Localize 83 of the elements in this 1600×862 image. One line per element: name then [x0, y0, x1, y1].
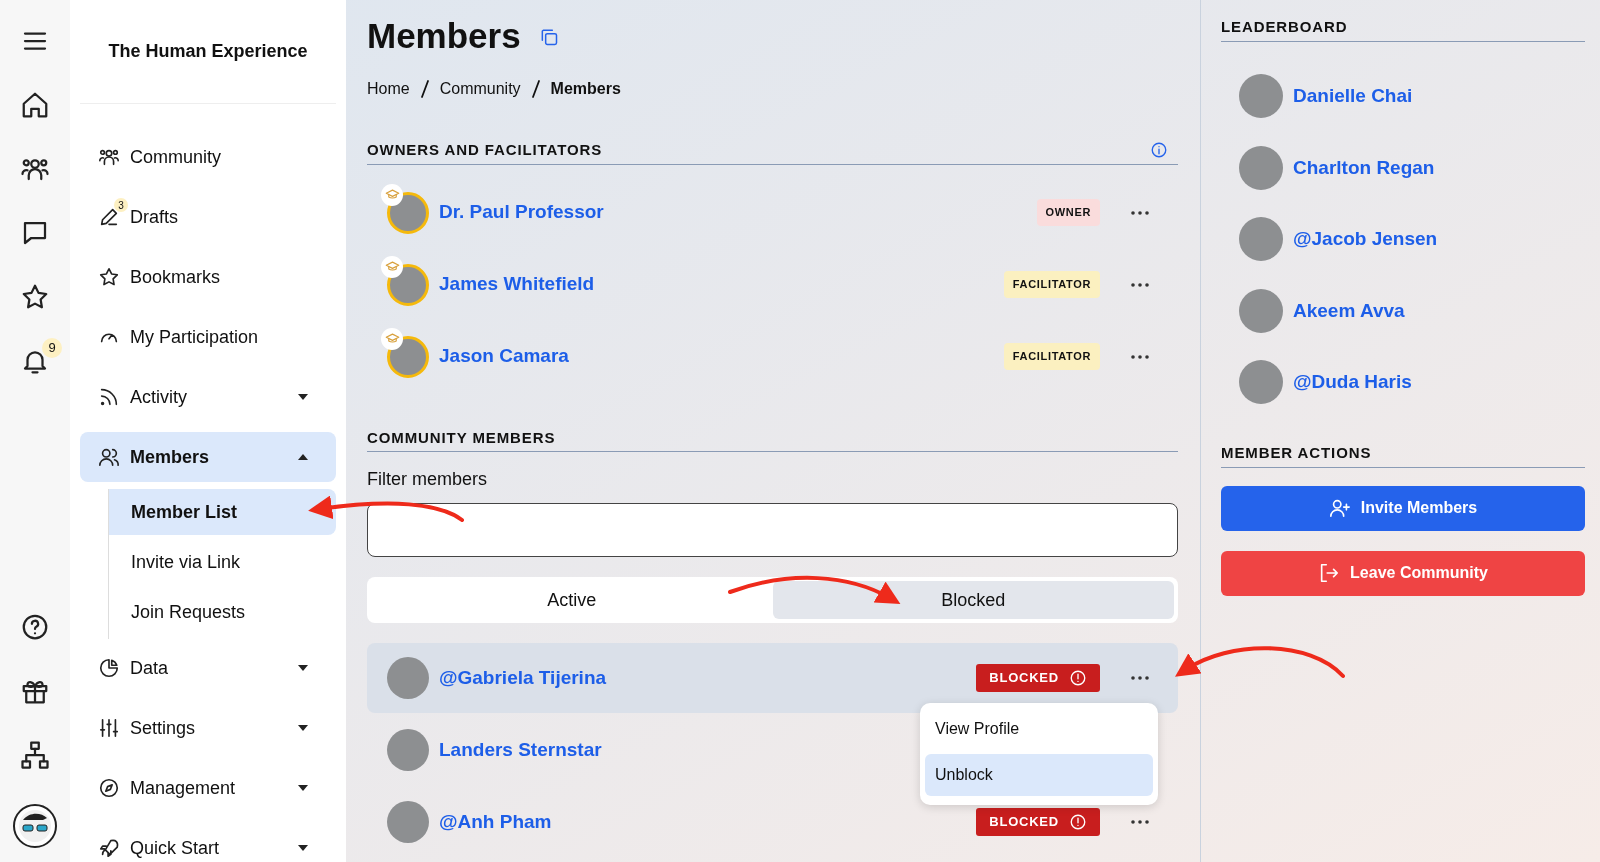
sidebar-subitem[interactable]: Invite via Link — [109, 539, 336, 585]
member-row[interactable]: @Gabriela Tijerina BLOCKED — [367, 643, 1178, 713]
member-name-link[interactable]: Danielle Chai — [1293, 82, 1413, 111]
photo-placeholder — [1239, 74, 1283, 119]
role-badge: FACILITATOR — [1003, 343, 1100, 370]
feed-icon — [98, 386, 120, 408]
more-icon — [1131, 354, 1149, 359]
graduation-cap-icon — [384, 187, 400, 202]
member-name-link[interactable]: Landers Sternstar — [439, 735, 602, 765]
sidebar-item[interactable]: 3 Drafts — [80, 192, 336, 242]
breadcrumb-link[interactable]: Home — [367, 77, 410, 101]
menu-item[interactable]: Unblock — [925, 754, 1153, 796]
page-title: Members — [367, 14, 521, 57]
member-name-link[interactable]: Jason Camara — [439, 342, 569, 371]
alert-icon — [1069, 669, 1087, 687]
sidebar-item[interactable]: Data — [80, 643, 336, 693]
sidebar-item[interactable]: Management — [80, 763, 336, 813]
sidebar-subitem[interactable]: Member List — [109, 489, 336, 535]
sidebar-item[interactable]: Activity — [80, 372, 336, 422]
photo-placeholder — [1239, 217, 1283, 262]
breadcrumb-separator-icon — [420, 80, 429, 98]
member-name-link[interactable]: @Duda Haris — [1293, 368, 1412, 397]
section-heading: OWNERS AND FACILITATORS — [367, 140, 603, 160]
member-name-link[interactable]: Akeem Avva — [1293, 296, 1405, 325]
blocked-badge: BLOCKED — [976, 808, 1100, 836]
sidebar-item[interactable]: Members — [80, 432, 336, 482]
photo-placeholder — [387, 729, 429, 771]
filter-field[interactable] — [367, 503, 1178, 557]
blocked-badge: BLOCKED — [976, 664, 1100, 692]
graduation-cap-icon — [384, 331, 400, 346]
photo-placeholder — [1239, 360, 1283, 405]
more-icon — [1131, 820, 1149, 824]
draft-count: 3 — [114, 198, 128, 212]
role-badge: FACILITATOR — [1003, 271, 1100, 298]
star-icon — [98, 266, 120, 288]
member-name-link[interactable]: @Jacob Jensen — [1293, 225, 1438, 254]
logout-icon — [1318, 562, 1341, 584]
field-label: Filter members — [367, 468, 488, 491]
sidebar-item[interactable]: Bookmarks — [80, 252, 336, 302]
photo-placeholder — [1239, 288, 1283, 333]
people-icon — [98, 446, 120, 468]
help-icon[interactable] — [20, 612, 50, 642]
section-heading: COMMUNITY MEMBERS — [367, 427, 556, 448]
sidebar-item[interactable]: My Participation — [80, 312, 336, 362]
info-icon[interactable] — [1150, 141, 1168, 160]
sidebar-subitem[interactable]: Join Requests — [109, 589, 336, 635]
more-icon — [1131, 210, 1149, 215]
sidebar-item[interactable]: Community — [80, 132, 336, 182]
sitemap-icon[interactable] — [20, 740, 50, 770]
photo-placeholder — [387, 801, 429, 843]
sidebar-item[interactable]: Settings — [80, 703, 336, 753]
breadcrumb-link[interactable]: Community — [439, 77, 521, 101]
community-title: The Human Experience — [80, 0, 336, 104]
sliders-icon — [98, 717, 120, 739]
member-name-link[interactable]: James Whitefield — [439, 270, 595, 299]
member-name-link[interactable]: Dr. Paul Professor — [439, 198, 604, 227]
role-badge: OWNER — [1036, 199, 1100, 226]
breadcrumb-current: Members — [550, 79, 621, 99]
more-icon — [1131, 676, 1149, 680]
photo-placeholder — [387, 657, 429, 699]
section-heading: MEMBER ACTIONS — [1221, 443, 1372, 463]
member-name-link[interactable]: Charlton Regan — [1293, 153, 1435, 182]
notification-count: 9 — [42, 338, 62, 358]
section-heading: LEADERBOARD — [1221, 17, 1348, 37]
pencil-icon — [98, 206, 120, 228]
member-name-link[interactable]: @Gabriela Tijerina — [439, 663, 607, 693]
photo-placeholder — [1239, 145, 1283, 190]
member-name-link[interactable]: @Anh Pham — [439, 807, 552, 837]
action-button[interactable]: Invite Members — [1221, 485, 1585, 531]
rocket-icon — [98, 837, 120, 859]
sidebar-item[interactable]: Quick Start — [80, 823, 336, 862]
filter-tab[interactable]: Blocked — [772, 581, 1174, 619]
pie-chart-icon — [98, 657, 120, 679]
alert-icon — [1069, 813, 1087, 831]
graduation-cap-icon — [384, 259, 400, 274]
more-icon — [1131, 282, 1149, 287]
user-avatar[interactable] — [13, 804, 57, 848]
breadcrumb-separator-icon — [531, 80, 540, 98]
compass-icon — [98, 777, 120, 799]
home-icon[interactable] — [20, 90, 50, 120]
action-button[interactable]: Leave Community — [1221, 550, 1585, 596]
add-user-icon — [1328, 497, 1351, 519]
filter-tab[interactable]: Active — [371, 581, 773, 619]
